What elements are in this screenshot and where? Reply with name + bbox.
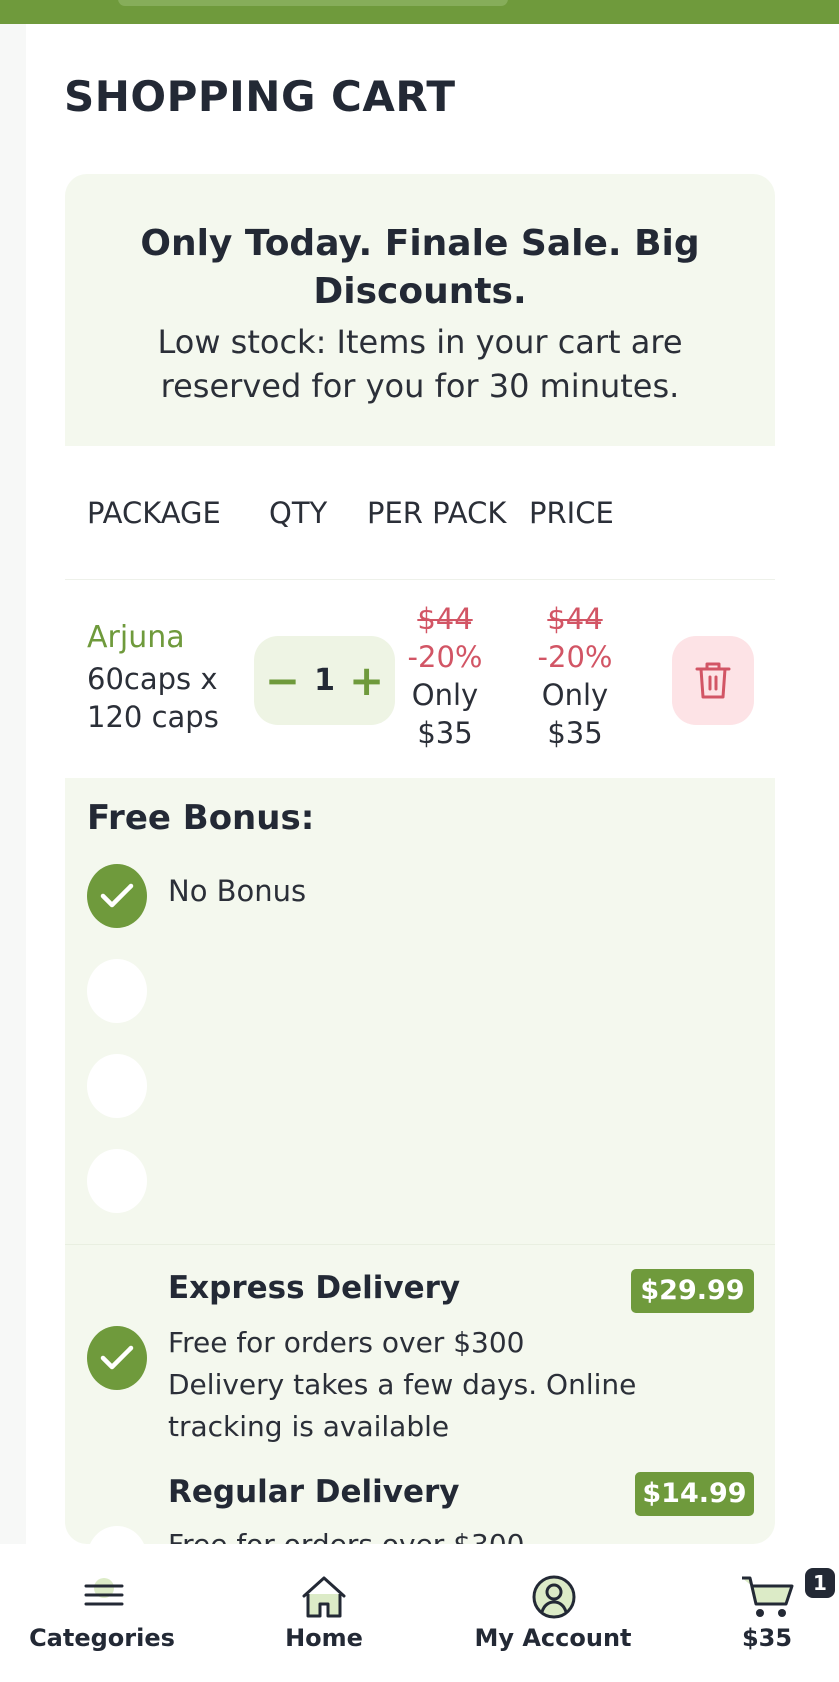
regular-delivery-radio[interactable]: [87, 1526, 147, 1544]
cart-total: $35: [741, 1624, 793, 1652]
per-pack-cell: $44 -20% Only $35: [395, 600, 495, 752]
trash-icon: [695, 662, 731, 698]
quantity-stepper: − 1 +: [254, 636, 395, 725]
menu-icon: [84, 1578, 124, 1606]
header-package: PACKAGE: [87, 496, 221, 530]
price-only-label: Only: [541, 678, 609, 712]
bonus-radio-2[interactable]: [87, 959, 147, 1023]
cart-card: Only Today. Finale Sale. Big Discounts. …: [65, 174, 775, 1544]
express-delivery-desc-2: Delivery takes a few days. Online tracki…: [168, 1368, 637, 1443]
cart-icon: [742, 1576, 794, 1617]
promo-title: Only Today. Finale Sale. Big Discounts.: [140, 223, 700, 312]
header-price: PRICE: [529, 496, 614, 530]
cart-count-badge: 1: [805, 1568, 835, 1598]
per-pack-old-price: $44: [417, 602, 473, 636]
bonus-option-label[interactable]: No Bonus: [168, 874, 306, 908]
top-bar: [0, 0, 839, 24]
header-qty: QTY: [269, 496, 328, 530]
delete-item-button[interactable]: [672, 636, 754, 725]
nav-home-label: Home: [285, 1624, 363, 1652]
nav-home[interactable]: Home: [264, 1544, 384, 1682]
bottom-navigation: Categories Home My Account $35 1: [0, 1544, 839, 1682]
bonus-radio-3[interactable]: [87, 1054, 147, 1118]
bonus-radio-no-bonus[interactable]: [87, 864, 147, 928]
nav-my-account[interactable]: My Account: [460, 1544, 646, 1682]
quantity-value: 1: [314, 663, 335, 698]
section-divider: [65, 1244, 775, 1245]
per-pack-only-label: Only: [411, 678, 479, 712]
search-pill[interactable]: [118, 0, 508, 6]
table-header: PACKAGE QTY PER PACK PRICE: [65, 446, 775, 580]
cart-item-row: Arjuna 60caps x 120 caps − 1 + $44 -20% …: [65, 580, 775, 778]
regular-delivery-price: $14.99: [635, 1472, 754, 1516]
price-cell: $44 -20% Only $35: [525, 600, 625, 752]
regular-delivery-desc-1: Free for orders over $300: [168, 1524, 758, 1544]
price-new: $35: [547, 716, 603, 750]
promo-banner: Only Today. Finale Sale. Big Discounts. …: [65, 174, 775, 446]
express-delivery-radio[interactable]: [87, 1326, 147, 1390]
price-discount: -20%: [537, 640, 613, 674]
nav-categories[interactable]: Categories: [22, 1544, 182, 1682]
per-pack-discount: -20%: [407, 640, 483, 674]
home-icon: [302, 1576, 346, 1618]
per-pack-new-price: $35: [417, 716, 473, 750]
check-icon: [100, 883, 134, 908]
regular-delivery-title[interactable]: Regular Delivery: [168, 1474, 460, 1510]
user-icon: [532, 1575, 576, 1619]
header-per-pack: PER PACK: [367, 496, 507, 530]
product-name[interactable]: Arjuna: [87, 620, 185, 655]
nav-cart[interactable]: $35: [724, 1544, 810, 1682]
nav-account-label: My Account: [474, 1624, 632, 1652]
nav-categories-label: Categories: [29, 1624, 175, 1652]
check-icon: [100, 1345, 134, 1370]
bonus-radio-4[interactable]: [87, 1149, 147, 1213]
increase-button[interactable]: +: [349, 659, 384, 702]
express-delivery-desc-1: Free for orders over $300: [168, 1326, 525, 1359]
price-old: $44: [547, 602, 603, 636]
page-title: SHOPPING CART: [64, 72, 456, 121]
express-delivery-title[interactable]: Express Delivery: [168, 1270, 460, 1306]
promo-subtitle: Low stock: Items in your cart are reserv…: [157, 323, 683, 405]
decrease-button[interactable]: −: [265, 659, 300, 702]
product-description: 60caps x 120 caps: [87, 662, 219, 734]
bonus-title: Free Bonus:: [87, 798, 315, 838]
express-delivery-price: $29.99: [631, 1269, 754, 1313]
